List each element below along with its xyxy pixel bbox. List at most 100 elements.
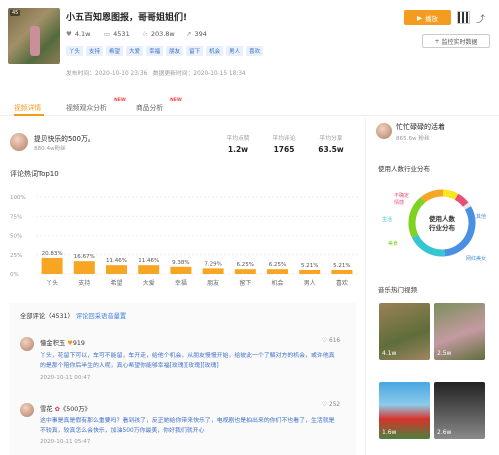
- comments-link[interactable]: 评论回采语音量置: [76, 313, 126, 320]
- popular-videos-title: 音乐热门视频: [378, 286, 417, 294]
- tag[interactable]: 支持: [86, 46, 104, 56]
- y-tick-label: 50%: [10, 234, 22, 240]
- hotword-bar-chart: 100% 75% 50% 25% 0% 20.83% 丫头 16.67% 支持 11.46% 希望 1…: [10, 195, 358, 287]
- donut-label: 生活: [382, 216, 392, 223]
- thumbnail-figure: [30, 26, 40, 56]
- page-root: 45 小五百知恩图报，哥哥姐姐们! ♥ 4.1w ▭ 4531 ☆ 203.8w ↗ 3…: [0, 0, 499, 455]
- tag[interactable]: 留下: [186, 46, 204, 56]
- comment-avatar: [20, 403, 34, 417]
- comment-time: 2020-10-11 00:47: [40, 375, 91, 381]
- bar-value-label: 7.29%: [204, 261, 221, 267]
- bar-value-label: 6.25%: [269, 262, 286, 268]
- bar[interactable]: [234, 269, 256, 274]
- tag[interactable]: 男人: [226, 46, 244, 56]
- donut-label: 不确定: [394, 192, 409, 199]
- bar[interactable]: [106, 265, 127, 274]
- donut-center-label: 使用人数: [428, 214, 456, 223]
- bar[interactable]: [267, 269, 288, 274]
- bar[interactable]: [138, 265, 160, 274]
- bar-value-label: 5.21%: [333, 263, 350, 269]
- x-category-label: 男人: [304, 280, 316, 287]
- comment-text: 这中事是真是假有那么重要吗？看到孩了，反正她给你带来快乐了，电视剧也是拍出来的你…: [40, 418, 335, 434]
- account-name[interactable]: 忙忙碌碌的活着: [396, 122, 445, 132]
- bar-value-label: 5.21%: [301, 263, 318, 269]
- bar[interactable]: [202, 268, 224, 274]
- plus-icon: +: [434, 37, 440, 45]
- monitor-realtime-button[interactable]: + 监控实时数据: [422, 34, 490, 48]
- comments-header: 全部评论（4531） 评论回采语音量置: [20, 313, 127, 320]
- avg-shares-value: 63.5w: [318, 145, 344, 154]
- video-thumbnail[interactable]: 45: [8, 8, 60, 64]
- bar-value-label: 6.25%: [237, 262, 254, 268]
- x-category-label: 留下: [239, 279, 251, 287]
- comment-avatar: [20, 337, 34, 351]
- tag[interactable]: 朋友: [166, 46, 184, 56]
- new-badge: NEW: [114, 98, 126, 103]
- bar[interactable]: [41, 257, 63, 274]
- x-category-label: 希望: [110, 279, 122, 287]
- video-title: 小五百知恩图报，哥哥姐姐们!: [66, 13, 188, 23]
- x-category-label: 朋友: [207, 279, 219, 287]
- x-category-label: 幸福: [175, 279, 187, 287]
- bar-value-label: 11.46%: [106, 258, 127, 264]
- qr-code-icon[interactable]: [457, 11, 470, 24]
- tag[interactable]: 机会: [206, 46, 224, 56]
- bar[interactable]: [331, 269, 353, 274]
- popular-video-thumb[interactable]: 2.5w: [434, 303, 485, 360]
- industry-title: 使用人数行业分布: [378, 165, 430, 173]
- comment-time: 2020-10-11 05:47: [40, 439, 91, 445]
- comments-panel: 全部评论（4531） 评论回采语音量置 憧金积玉 ♥919 ♡ 616 丫头，花…: [10, 303, 356, 455]
- bar[interactable]: [73, 261, 95, 274]
- donut-label: 美食: [388, 240, 398, 247]
- tab-product-analysis[interactable]: 商品分析 NEW: [136, 98, 182, 112]
- tag[interactable]: 丫头: [66, 46, 84, 56]
- bar-value-label: 11.46%: [138, 258, 159, 264]
- donut-label: 情感: [394, 199, 404, 206]
- y-tick-label: 25%: [10, 253, 22, 259]
- comment-icon: ▭: [104, 30, 111, 38]
- avg-likes-value: 1.2w: [227, 145, 249, 154]
- tag-list: 丫头 支持 希望 大爱 幸福 朋友 留下 机会 男人 喜欢: [66, 46, 264, 56]
- x-category-label: 喜欢: [336, 279, 348, 287]
- tag[interactable]: 希望: [106, 46, 124, 56]
- comment-user: 憧金积玉 ♥919: [40, 340, 85, 347]
- popular-video-thumb[interactable]: 4.1w: [379, 303, 430, 360]
- likes-stat: ♥ 4.1w: [66, 30, 91, 38]
- x-category-label: 丫头: [46, 279, 58, 287]
- heart-icon: ♥: [66, 30, 72, 38]
- column-divider: [365, 118, 366, 455]
- account-avatar[interactable]: [376, 123, 392, 139]
- share-icon[interactable]: ⤴: [476, 12, 485, 25]
- play-button[interactable]: ▶ 播放: [404, 10, 451, 25]
- tab-audience-analysis[interactable]: 视频观众分析 NEW: [66, 98, 126, 112]
- comment-user: 雪花 ✿《500万》: [40, 406, 91, 413]
- bar-value-label: 16.67%: [74, 254, 95, 260]
- account-fans: 865.6w 粉丝: [396, 136, 430, 142]
- star-icon: ☆: [142, 30, 148, 38]
- y-tick-label: 75%: [10, 214, 22, 220]
- new-badge: NEW: [170, 98, 182, 103]
- avg-comments-label: 平均评论: [272, 136, 296, 142]
- tag[interactable]: 大爱: [126, 46, 144, 56]
- popular-video-thumb[interactable]: 2.6w: [434, 382, 485, 439]
- author-name[interactable]: 提贝快乐的500万。: [34, 133, 95, 143]
- bar[interactable]: [170, 266, 192, 274]
- x-category-label: 支持: [78, 279, 90, 287]
- author-fans: 880.4w粉丝: [34, 146, 66, 152]
- donut-center-label: 行业分布: [428, 223, 456, 232]
- comment-text: 丫头，花留下可以，车可不能留，车开走，给他个机会，从朋友慢慢开始，给彼此一个了解…: [40, 353, 335, 369]
- popular-video-thumb[interactable]: 1.6w: [379, 382, 430, 439]
- author-avatar[interactable]: [10, 133, 28, 151]
- avg-shares-label: 平均分享: [319, 136, 343, 142]
- bar[interactable]: [299, 269, 321, 274]
- avg-likes-label: 平均点赞: [226, 136, 250, 142]
- tab-bar: 视频详情 视频观众分析 NEW 商品分析 NEW: [0, 92, 499, 116]
- tab-video-details[interactable]: 视频详情: [14, 102, 41, 112]
- donut-label: 其他: [476, 213, 486, 220]
- tag[interactable]: 喜欢: [246, 46, 264, 56]
- y-tick-label: 100%: [10, 195, 26, 201]
- donut-label: 网红美女: [466, 255, 486, 262]
- publish-info: 发布时间：2020-10-10 23:36 数据更新时间：2020-10-15 …: [66, 71, 246, 77]
- tag[interactable]: 幸福: [146, 46, 164, 56]
- x-category-label: 大爱: [143, 279, 155, 287]
